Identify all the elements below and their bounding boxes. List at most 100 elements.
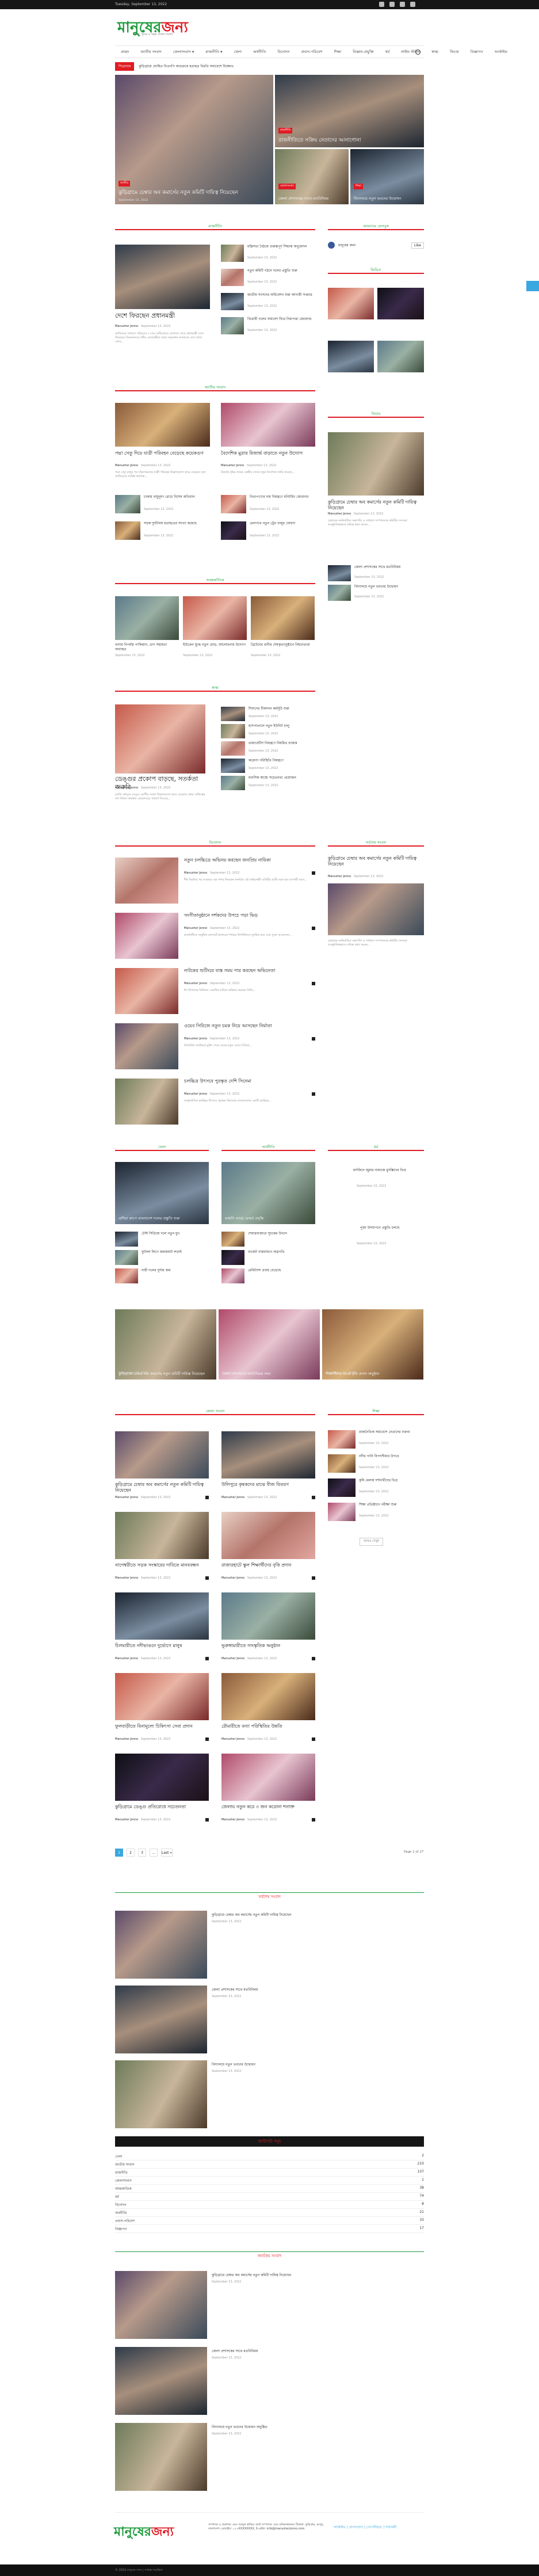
section-title-national[interactable]: জাতীয় সংবাদ <box>115 384 315 391</box>
hero-right-bottom-right[interactable]: শিক্ষা বিদ্যালয়ে নতুন ভবনের উদ্বোধন <box>350 149 424 204</box>
district-title[interactable]: কুড়িগ্রামে চেম্বার অব কমার্সের নতুন কমি… <box>115 1482 209 1493</box>
comment-icon[interactable] <box>312 1818 315 1822</box>
intl-thumb[interactable] <box>183 596 247 640</box>
nav-item-3[interactable]: রাজনীতি ▾ <box>200 49 228 55</box>
district-thumb[interactable] <box>221 1431 315 1478</box>
section-title-health[interactable]: স্বাস্থ্য <box>115 685 315 692</box>
intl-title[interactable]: ব্রিটেনের রানীর শেষকৃত্যানুষ্ঠানে বিশ্বন… <box>251 643 315 647</box>
economy-lead-image[interactable]: রপ্তানি আয়ে রেকর্ড প্রবৃদ্ধি <box>221 1162 315 1224</box>
ent-title[interactable]: চলচ্চিত্র উৎসবে পুরস্কৃত দেশি সিনেমা <box>184 1079 315 1084</box>
district-title[interactable]: চিলমারীতে নদীভাঙনে দুর্ভোগে মানুষ <box>115 1643 209 1649</box>
sports-lead-image[interactable]: এশিয়া কাপে বাংলাদেশ দলের প্রস্তুতি শুরু <box>115 1162 209 1224</box>
health-list-thumb[interactable] <box>221 741 245 756</box>
politics-list-thumb[interactable] <box>221 245 244 262</box>
national-list-title[interactable]: ঢাকায় বায়ুদূষণ রোধে বিশেষ অভিযান <box>144 495 210 500</box>
category-item[interactable]: বিজ্ঞাপন 17 <box>115 2226 424 2233</box>
comment-icon[interactable] <box>312 1496 315 1499</box>
education-title[interactable]: নদীর পানি বিপদসীমার উপরে <box>359 1454 424 1459</box>
pagination-page[interactable]: Last » <box>161 1849 173 1857</box>
intl-thumb[interactable] <box>251 596 315 640</box>
comment-icon[interactable] <box>312 1657 315 1660</box>
district-thumb[interactable] <box>221 1592 315 1640</box>
video-thumb-2[interactable] <box>377 288 424 319</box>
category-name[interactable]: রাজনীতি <box>115 2171 128 2175</box>
pagination-page[interactable]: 2 <box>127 1849 135 1857</box>
category-name[interactable]: বিজ্ঞাপন <box>115 2227 127 2231</box>
education-thumb[interactable] <box>328 1503 355 1521</box>
latest-title[interactable]: জেলা প্রশাসকের সাথে মতবিনিময় <box>212 1988 424 1992</box>
nav-item-8[interactable]: শিক্ষা <box>328 49 347 55</box>
nav-item-10[interactable]: ধর্ম <box>380 49 395 55</box>
nav-item-0[interactable]: প্রচ্ছদ <box>115 49 135 55</box>
economy-list-title[interactable]: শেয়ারবাজারে সূচকের উত্থান <box>248 1232 315 1236</box>
category-item[interactable]: জেলাসংবাদ 1 <box>115 2178 424 2185</box>
feature-row-card[interactable]: কুড়িগ্রামে চেম্বার অব কমার্সের নতুন কমি… <box>115 1309 216 1380</box>
national-list-thumb[interactable] <box>115 495 140 513</box>
ent-title[interactable]: নতুন চলচ্চিত্রে অভিনয় করছেন জনপ্রিয় না… <box>184 858 315 863</box>
district-thumb[interactable] <box>115 1592 209 1640</box>
health-list-thumb[interactable] <box>221 759 245 773</box>
intl-title[interactable]: ইউক্রেন যুদ্ধে নতুন মোড়, আলোচনার উদ্যোগ <box>183 643 247 647</box>
national-list-title[interactable]: রেলপথে নতুন ট্রেন চালুর ঘোষণা <box>250 521 315 526</box>
comment-icon[interactable] <box>205 1576 209 1580</box>
section-title-sports[interactable]: খেলা <box>115 1144 209 1151</box>
education-thumb[interactable] <box>328 1478 355 1497</box>
facebook-widget[interactable]: মানুষের জন্য Like <box>328 242 424 249</box>
nav-item-2[interactable]: জেলাসংবাদ ▾ <box>167 49 200 55</box>
district-title[interactable]: ফুলবাড়ীতে বিনামূল্যে চিকিৎসা সেবা প্রদা… <box>115 1724 209 1729</box>
economy-list-title[interactable]: রেমিট্যান্স প্রবাহ বেড়েছে <box>248 1268 315 1273</box>
national-list-thumb[interactable] <box>221 495 246 513</box>
hero-right-top[interactable]: রাজনীতি রাজনীতিতে সক্রিয় নেতাদের আনাগোন… <box>275 75 424 147</box>
comment-icon[interactable] <box>205 1657 209 1660</box>
latest-thumb[interactable] <box>115 1986 207 2053</box>
youtube-icon[interactable] <box>400 2 405 7</box>
latest-thumb[interactable] <box>115 1911 207 1979</box>
category-item[interactable]: ধর্ম 74 <box>115 2194 424 2201</box>
comment-icon[interactable] <box>312 927 315 930</box>
side-latest-image[interactable] <box>328 883 424 935</box>
politics-list-title[interactable]: নতুন কমিটি গঠনে দলের প্রস্তুতি শুরু <box>247 269 315 273</box>
sports-list-thumb[interactable] <box>115 1250 138 1265</box>
side-feature-title[interactable]: জেলা প্রশাসকের সাথে মতবিনিময় <box>354 565 424 570</box>
district-title[interactable]: উলিপুরে কৃষকদের মাঝে বীজ বিতরণ <box>221 1482 315 1488</box>
comment-icon[interactable] <box>205 1496 209 1499</box>
video-thumb-4[interactable] <box>377 341 424 372</box>
search-icon[interactable] <box>415 49 421 55</box>
health-list-thumb[interactable] <box>221 724 245 738</box>
politics-lead-title[interactable]: দেশে ফিরছেন প্রধানমন্ত্রী <box>115 312 210 320</box>
section-title-education[interactable]: শিক্ষা <box>328 1408 424 1415</box>
health-list-thumb[interactable] <box>221 707 245 721</box>
ent-thumb[interactable] <box>115 1023 178 1069</box>
side-feature-thumb[interactable] <box>328 585 351 601</box>
ent-thumb[interactable] <box>115 858 178 904</box>
more-button[interactable]: আরও দেখুন <box>360 1538 384 1546</box>
politics-list-thumb[interactable] <box>221 293 244 310</box>
latest-title[interactable]: কুড়িগ্রামে চেম্বার অব কমার্সের নতুন কমি… <box>212 1913 424 1918</box>
sports-list-title[interactable]: টেস্ট সিরিজে দলে নতুন মুখ <box>142 1232 209 1236</box>
comment-icon[interactable] <box>205 1818 209 1822</box>
nav-item-12[interactable]: স্বাস্থ্য <box>426 49 444 55</box>
education-thumb[interactable] <box>328 1454 355 1473</box>
instagram-icon[interactable] <box>410 2 415 7</box>
hero-right-bottom-left[interactable]: জেলাসংবাদ জেলা প্রশাসকের সাথে মতবিনিময় <box>275 149 349 204</box>
education-title[interactable]: রাজনৈতিক সমাবেশে নেতাদের বক্তব্য <box>359 1430 424 1435</box>
pagination-page[interactable]: ... <box>150 1849 158 1857</box>
sports-list-thumb[interactable] <box>115 1232 138 1247</box>
religion-title[interactable]: পূজা উদযাপনে প্রস্তুতি চলছে <box>337 1226 423 1230</box>
popular-thumb[interactable] <box>115 2423 207 2491</box>
latest-thumb[interactable] <box>115 2060 207 2128</box>
comment-icon[interactable] <box>312 1576 315 1580</box>
comment-icon[interactable] <box>205 1737 209 1741</box>
intl-thumb[interactable] <box>115 596 179 640</box>
ent-thumb[interactable] <box>115 968 178 1014</box>
economy-list-thumb[interactable] <box>221 1250 244 1265</box>
category-item[interactable]: জাতীয় সংবাদ 210 <box>115 2162 424 2169</box>
district-title[interactable]: রৌমারীতে বন্যা পরিস্থিতির উন্নতি <box>221 1724 315 1729</box>
comment-icon[interactable] <box>312 1037 315 1041</box>
district-thumb[interactable] <box>115 1754 209 1801</box>
nav-item-5[interactable]: অর্থনীতি <box>247 49 272 55</box>
economy-list-thumb[interactable] <box>221 1268 244 1283</box>
economy-list-thumb[interactable] <box>221 1232 244 1247</box>
health-list-title[interactable]: হাসপাতালে নতুন ইউনিট চালু <box>249 724 315 729</box>
health-list-title[interactable]: মানসিক স্বাস্থ্যে সচেতনতা প্রয়োজন <box>249 776 315 780</box>
